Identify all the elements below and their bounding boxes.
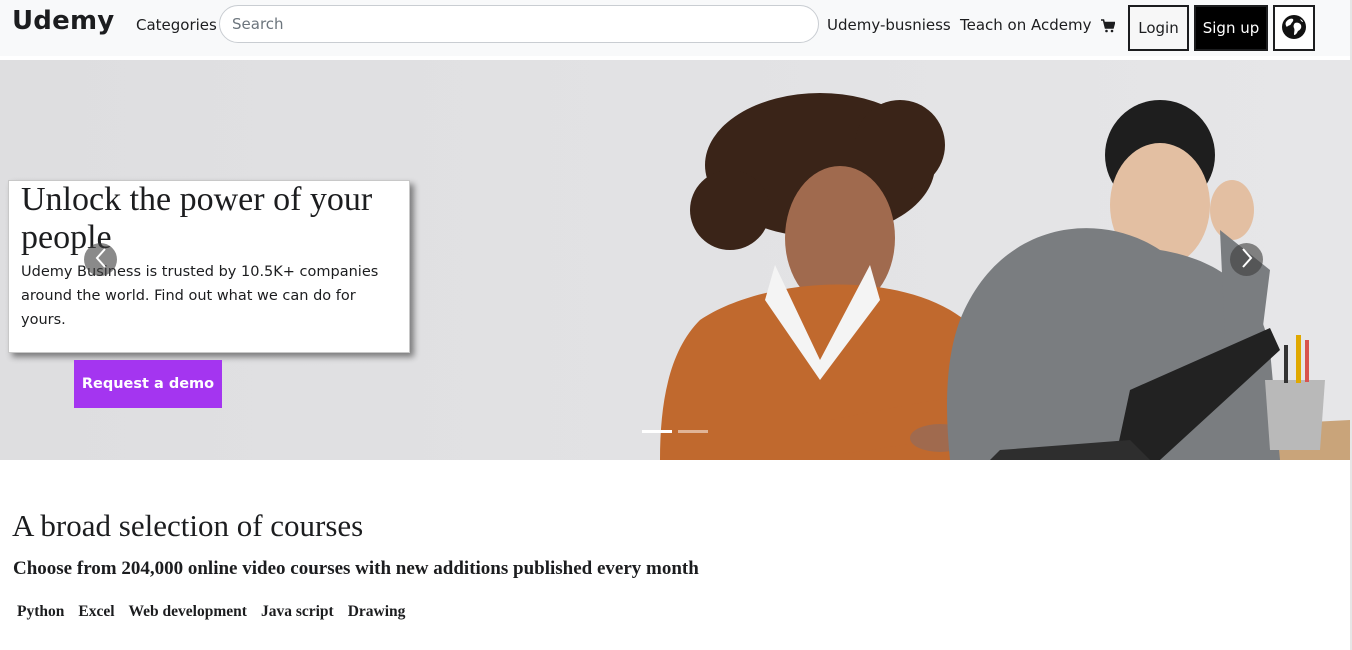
request-demo-button[interactable]: Request a demo [74, 360, 222, 408]
search-input[interactable] [232, 14, 802, 34]
hero-title: Unlock the power of your people [21, 181, 373, 256]
carousel-indicator-1[interactable] [642, 430, 672, 433]
chevron-left-icon [94, 247, 108, 273]
top-navbar: Udemy Categories Udemy-busniess Teach on… [0, 0, 1352, 56]
topic-tab-excel[interactable]: Excel [71, 603, 121, 621]
courses-subheading: Choose from 204,000 online video courses… [13, 558, 699, 579]
carousel-next-button[interactable] [1230, 243, 1263, 276]
hero-carousel: Unlock the power of your people Udemy Bu… [0, 60, 1350, 460]
topic-tab-web-development[interactable]: Web development [122, 603, 254, 621]
carousel-indicators [642, 430, 708, 434]
globe-icon [1281, 14, 1307, 43]
cart-icon[interactable] [1101, 18, 1116, 33]
carousel-prev-button[interactable] [84, 243, 117, 276]
chevron-right-icon [1240, 247, 1254, 273]
udemy-business-link[interactable]: Udemy-busniess [827, 16, 951, 34]
hero-description: Udemy Business is trusted by 10.5K+ comp… [21, 264, 379, 328]
carousel-indicator-2[interactable] [678, 430, 708, 433]
courses-heading: A broad selection of courses [12, 508, 364, 543]
course-topic-tabs: Python Excel Web development Java script… [10, 603, 412, 621]
topic-tab-python[interactable]: Python [10, 603, 71, 621]
teach-link[interactable]: Teach on Acdemy [960, 16, 1092, 34]
language-button[interactable] [1273, 5, 1315, 51]
udemy-logo[interactable]: Udemy [12, 6, 114, 36]
login-button[interactable]: Login [1128, 5, 1189, 51]
search-bar [219, 5, 819, 43]
hero-card: Unlock the power of your people Udemy Bu… [8, 180, 410, 353]
topic-tab-javascript[interactable]: Java script [254, 603, 341, 621]
topic-tab-drawing[interactable]: Drawing [341, 603, 413, 621]
signup-button[interactable]: Sign up [1194, 5, 1268, 51]
categories-link[interactable]: Categories [136, 16, 217, 34]
